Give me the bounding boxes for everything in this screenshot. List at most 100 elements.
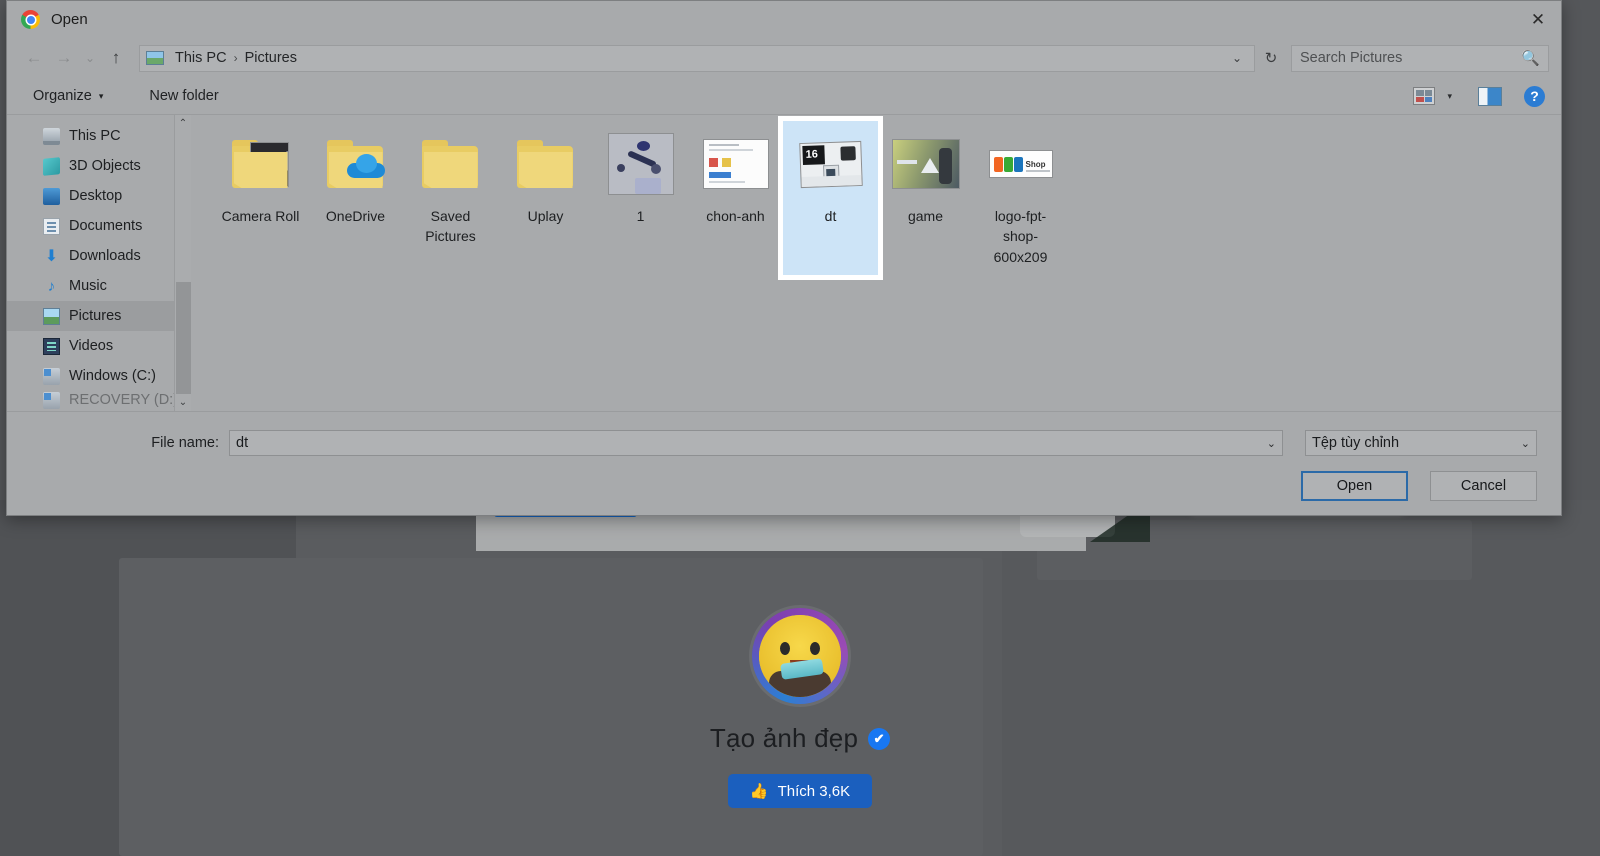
profile-name: Tạo ảnh đẹp (709, 723, 859, 753)
sidebar-item-label: Videos (69, 338, 114, 354)
file-item-game[interactable]: game (878, 121, 973, 275)
breadcrumb-pictures[interactable]: Pictures (242, 50, 300, 66)
avatar (752, 608, 848, 704)
folder-icon (421, 140, 480, 188)
sidebar-item-label: Downloads (69, 248, 141, 264)
thumbnail (312, 127, 400, 201)
thumbnail (692, 127, 780, 201)
thumbnail (882, 127, 970, 201)
like-button[interactable]: 👍 Thích 3,6K (727, 774, 873, 808)
filename-row: File name: dt ⌄ Tệp tùy chỉnh ⌄ (7, 430, 1561, 456)
file-item-label: game (907, 208, 944, 224)
image-thumbnail: Shop (988, 150, 1053, 178)
sidebar-item-videos[interactable]: Videos (7, 331, 191, 361)
sidebar-item-downloads[interactable]: ⬇ Downloads (7, 241, 191, 271)
documents-icon (43, 217, 60, 235)
file-item-uplay[interactable]: Uplay (498, 121, 593, 275)
close-icon[interactable]: ✕ (1515, 1, 1561, 38)
image-thumbnail: 16 (798, 140, 863, 188)
verified-badge-icon: ✔ (868, 727, 891, 750)
up-icon[interactable]: ↑ (101, 44, 131, 72)
dialog-buttons: Open Cancel (1301, 471, 1537, 501)
sidebar-item-label: Windows (C:) (69, 368, 157, 384)
scroll-down-icon[interactable]: ⌄ (175, 394, 192, 411)
file-list-view: Camera Roll OneDrive Saved Pictures Upla… (191, 115, 1561, 411)
file-item-label: chon-anh (706, 208, 765, 224)
chevron-down-icon[interactable]: ⌄ (1267, 437, 1276, 450)
chevron-down-icon[interactable]: ⌄ (1226, 51, 1248, 65)
file-item-label: OneDrive (325, 208, 386, 224)
thumbnail (217, 127, 305, 201)
new-folder-button[interactable]: New folder (139, 83, 228, 109)
open-button[interactable]: Open (1301, 471, 1408, 501)
sidebar-item-windows-c[interactable]: Windows (C:) (7, 361, 191, 391)
file-item-label: Saved Pictures (425, 208, 476, 245)
chevron-down-icon: ▾ (98, 90, 104, 101)
chrome-logo-icon (21, 10, 40, 29)
image-thumbnail (607, 133, 674, 195)
filename-value: dt (236, 435, 249, 451)
file-item-onedrive[interactable]: OneDrive (308, 121, 403, 275)
chevron-down-icon[interactable]: ▾ (1439, 91, 1460, 102)
folder-icon (326, 140, 385, 188)
filetype-select[interactable]: Tệp tùy chỉnh ⌄ (1305, 430, 1537, 456)
chevron-down-icon[interactable]: ⌄ (1521, 437, 1530, 450)
address-bar[interactable]: This PC › Pictures ⌄ (139, 44, 1255, 72)
command-bar: Organize ▾ New folder ▾ ? (7, 78, 1561, 114)
help-icon[interactable]: ? (1524, 85, 1545, 107)
search-placeholder: Search Pictures (1300, 50, 1403, 66)
refresh-icon[interactable]: ↻ (1257, 45, 1285, 72)
view-options-icon[interactable] (1413, 87, 1436, 105)
dialog-title: Open (51, 11, 88, 28)
forward-icon[interactable]: → (49, 44, 79, 72)
file-item-saved-pictures[interactable]: Saved Pictures (403, 121, 498, 275)
drive-icon (43, 367, 60, 385)
thumbnail: 16 (787, 127, 875, 201)
file-item-logo-fpt-shop[interactable]: Shop logo-fpt-shop-600x209 (973, 121, 1068, 275)
file-item-dt[interactable]: 16 dt (778, 116, 883, 280)
cancel-button[interactable]: Cancel (1430, 471, 1537, 501)
image-thumbnail (702, 139, 769, 189)
videos-icon (43, 337, 60, 355)
pictures-folder-icon (146, 51, 164, 65)
thumbnail (407, 127, 495, 201)
recent-locations-icon[interactable]: ⌄ (79, 44, 101, 72)
sidebar-item-3d-objects[interactable]: 3D Objects (7, 151, 191, 181)
drive-icon (43, 391, 60, 409)
command-bar-right: ▾ ? (1413, 85, 1545, 107)
filename-label: File name: (151, 435, 219, 451)
thumbs-up-icon: 👍 (749, 783, 769, 800)
scroll-up-icon[interactable]: ⌃ (175, 115, 192, 132)
3d-objects-icon (43, 156, 60, 176)
file-item-label: Uplay (527, 208, 564, 224)
thumbnail (502, 127, 590, 201)
file-item-label: logo-fpt-shop-600x209 (993, 208, 1048, 265)
navigation-pane: This PC 3D Objects Desktop Documents ⬇ D… (7, 115, 191, 411)
organize-button[interactable]: Organize ▾ (23, 83, 113, 109)
scrollbar-thumb[interactable] (175, 282, 191, 394)
scrollbar-track[interactable] (175, 132, 192, 394)
breadcrumb-separator-icon: › (233, 51, 238, 65)
preview-pane-icon[interactable] (1478, 86, 1502, 106)
sidebar-item-label: Desktop (69, 188, 123, 204)
back-icon[interactable]: ← (19, 44, 49, 72)
sidebar-item-pictures[interactable]: Pictures (7, 301, 191, 331)
sidebar-item-label: Music (69, 278, 107, 294)
filename-input[interactable]: dt ⌄ (229, 430, 1283, 456)
sidebar-item-this-pc[interactable]: This PC (7, 121, 191, 151)
sidebar-item-label: 3D Objects (69, 158, 141, 174)
file-item-camera-roll[interactable]: Camera Roll (213, 121, 308, 275)
sidebar-item-recovery-d[interactable]: RECOVERY (D:) (7, 391, 191, 409)
file-item-chon-anh[interactable]: chon-anh (688, 121, 783, 275)
sidebar-item-label: RECOVERY (D:) (69, 392, 179, 408)
sidebar-item-documents[interactable]: Documents (7, 211, 191, 241)
sidebar-scrollbar[interactable]: ⌃ ⌄ (174, 115, 191, 411)
sidebar-item-desktop[interactable]: Desktop (7, 181, 191, 211)
thumbnail: Shop (977, 127, 1065, 201)
breadcrumb-this-pc[interactable]: This PC (172, 50, 230, 66)
like-button-label: Thích 3,6K (777, 782, 851, 800)
music-icon: ♪ (47, 277, 56, 295)
search-input[interactable]: Search Pictures 🔍 (1291, 44, 1549, 72)
file-item-1[interactable]: 1 (593, 121, 688, 275)
sidebar-item-music[interactable]: ♪ Music (7, 271, 191, 301)
